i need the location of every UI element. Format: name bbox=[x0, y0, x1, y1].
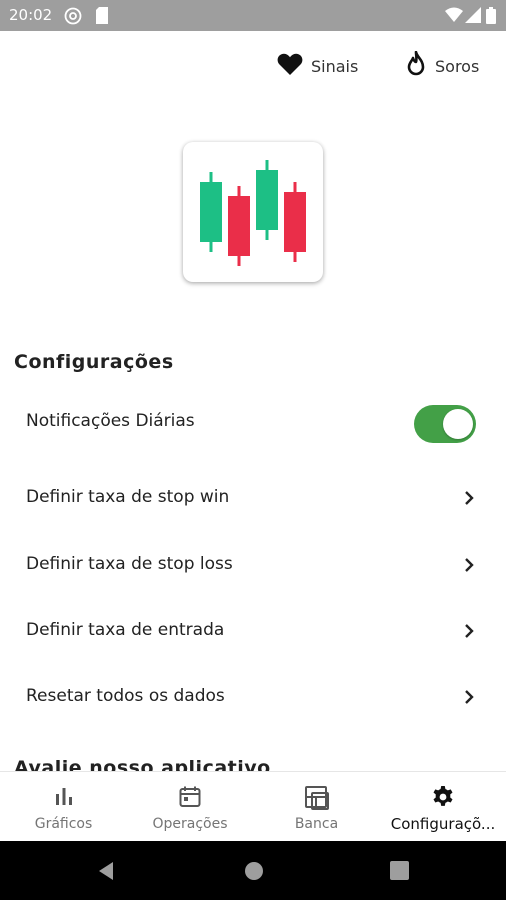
home-icon[interactable] bbox=[244, 861, 264, 885]
tab-graficos-label: Gráficos bbox=[34, 816, 93, 832]
chevron-right-icon bbox=[464, 557, 474, 577]
dashboard-icon bbox=[304, 785, 330, 815]
battery-icon bbox=[486, 7, 496, 28]
rate-app-heading: Avalie nosso aplicativo bbox=[14, 757, 314, 771]
calendar-icon bbox=[178, 785, 202, 813]
rate-app-title: Avalie nosso aplicativo bbox=[14, 757, 271, 771]
wifi-icon bbox=[445, 7, 463, 27]
fire-icon bbox=[405, 50, 427, 81]
tab-banca[interactable]: Banca bbox=[253, 772, 380, 842]
sinais-button[interactable]: Sinais bbox=[277, 53, 358, 79]
system-navigation-bar bbox=[0, 841, 506, 900]
reset-data-label: Resetar todos os dados bbox=[26, 686, 225, 706]
entry-rate-row[interactable]: Definir taxa de entrada bbox=[0, 607, 506, 657]
chevron-right-icon bbox=[464, 623, 474, 643]
chevron-right-icon bbox=[464, 490, 474, 510]
tab-configuracoes-label: Configuraçõ... bbox=[390, 815, 496, 833]
sd-card-icon bbox=[95, 7, 109, 28]
stop-win-label: Definir taxa de stop win bbox=[26, 487, 230, 507]
bar-chart-icon bbox=[53, 785, 75, 811]
daily-notifications-label: Notificações Diárias bbox=[26, 411, 195, 431]
soros-label: Soros bbox=[435, 56, 480, 76]
heart-icon bbox=[277, 52, 303, 80]
stop-loss-label: Definir taxa de stop loss bbox=[26, 554, 233, 574]
daily-notifications-row[interactable]: Notificações Diárias bbox=[0, 398, 506, 448]
gear-icon bbox=[431, 785, 455, 813]
reset-data-row[interactable]: Resetar todos os dados bbox=[0, 673, 506, 723]
tab-operacoes-label: Operações bbox=[152, 816, 228, 832]
chevron-right-icon bbox=[464, 689, 474, 709]
tab-operacoes[interactable]: Operações bbox=[127, 772, 253, 842]
at-sign-icon bbox=[64, 7, 82, 29]
toggle-knob bbox=[443, 409, 473, 439]
stop-loss-row[interactable]: Definir taxa de stop loss bbox=[0, 541, 506, 591]
signal-icon bbox=[465, 7, 481, 27]
top-bar: Sinais Soros bbox=[0, 31, 506, 101]
candlestick-chart-logo bbox=[200, 160, 306, 266]
back-icon[interactable] bbox=[96, 861, 116, 885]
entry-rate-label: Definir taxa de entrada bbox=[26, 620, 225, 640]
daily-notifications-toggle[interactable] bbox=[414, 405, 476, 443]
tab-configuracoes[interactable]: Configuraçõ... bbox=[380, 772, 506, 842]
soros-button[interactable]: Soros bbox=[405, 50, 480, 81]
bottom-navigation: Gráficos Operações Banca Configuraçõ... bbox=[0, 771, 506, 842]
recents-icon[interactable] bbox=[390, 861, 409, 884]
sinais-label: Sinais bbox=[311, 56, 359, 76]
tab-graficos[interactable]: Gráficos bbox=[0, 772, 127, 842]
status-bar: 20:02 bbox=[0, 0, 506, 31]
app-logo bbox=[183, 142, 323, 282]
status-time: 20:02 bbox=[9, 6, 53, 24]
settings-title: Configurações bbox=[14, 351, 174, 373]
tab-banca-label: Banca bbox=[294, 816, 339, 832]
stop-win-row[interactable]: Definir taxa de stop win bbox=[0, 474, 506, 524]
